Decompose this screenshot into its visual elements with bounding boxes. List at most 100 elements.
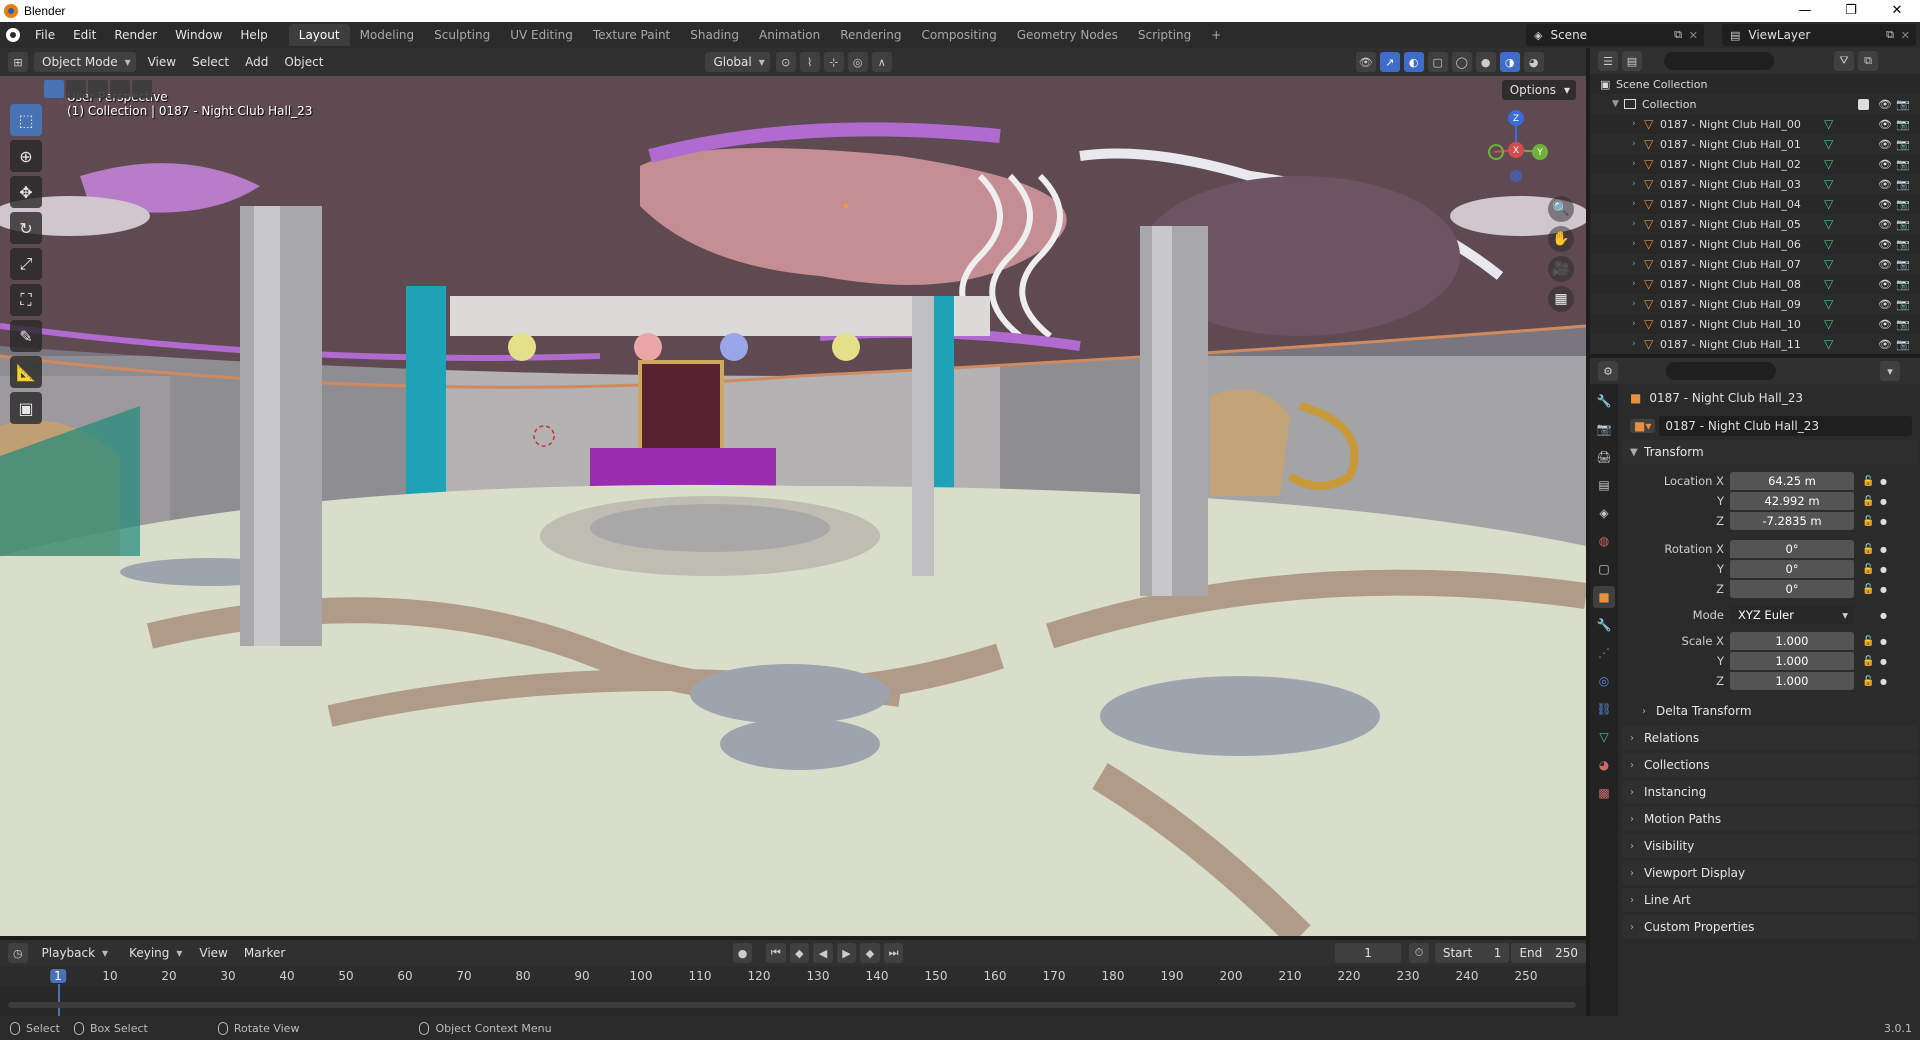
panel-header-collections[interactable]: › Collections [1622,753,1918,777]
play-reverse-icon[interactable]: ◀ [813,943,833,963]
keyframe-dot-icon[interactable]: ● [1880,477,1887,486]
preview-range-icon[interactable]: ⏱ [1409,943,1429,963]
mesh-data-icon[interactable]: ▽ [1824,197,1833,211]
panel-expand-icon[interactable]: › [1630,787,1644,798]
zoom-icon[interactable]: 🔍 [1548,196,1574,222]
collection-tab-icon[interactable]: ▢ [1593,558,1615,580]
object-expand-icon[interactable]: › [1632,159,1644,169]
outliner-editor-type-icon[interactable]: ☰ [1598,51,1618,71]
proportional-edit-icon[interactable]: ◎ [847,52,868,72]
panel-expand-icon[interactable]: › [1630,841,1644,852]
tab-animation[interactable]: Animation [749,24,830,46]
render-camera-icon[interactable]: 📷 [1896,258,1910,271]
view-layer-selector[interactable]: ▤ ViewLayer ⧉ ✕ [1722,24,1916,46]
properties-search-input[interactable] [1666,362,1776,380]
panel-header-motion-paths[interactable]: › Motion Paths [1622,807,1918,831]
object-expand-icon[interactable]: › [1632,279,1644,289]
data-tab-icon[interactable]: ▽ [1593,726,1615,748]
menu-playback[interactable]: Playback [34,943,114,963]
orientation-dropdown[interactable]: Global [705,52,770,72]
tab-modeling[interactable]: Modeling [350,24,425,46]
scene-selector[interactable]: ◈ Scene ⧉ ✕ [1526,24,1704,46]
pan-hand-icon[interactable]: ✋ [1548,226,1574,252]
transform-panel-header[interactable]: ▼ Transform [1622,440,1918,464]
location-z-field[interactable]: -7.2835 m [1730,512,1854,530]
material-shading-icon[interactable]: ◑ [1499,52,1520,72]
render-camera-icon[interactable]: 📷 [1896,98,1910,111]
outliner-object-row[interactable]: › ▽ 0187 - Night Club Hall_02 ▽ 👁 📷 [1590,154,1920,174]
eye-icon[interactable]: 👁 [1878,158,1892,171]
keyframe-dot-icon[interactable]: ● [1880,611,1887,620]
panel-header-custom-properties[interactable]: › Custom Properties [1622,915,1918,939]
render-camera-icon[interactable]: 📷 [1896,198,1910,211]
rotation-mode-select[interactable]: XYZ Euler [1730,606,1854,624]
panel-expand-icon[interactable]: › [1630,760,1644,771]
menu-render[interactable]: Render [105,22,166,48]
mesh-data-icon[interactable]: ▽ [1824,337,1833,351]
maximize-button[interactable]: ❐ [1828,0,1874,22]
keyframe-dot-icon[interactable]: ● [1880,497,1887,506]
menu-object[interactable]: Object [276,52,331,72]
mesh-data-icon[interactable]: ▽ [1824,317,1833,331]
navigation-gizmo[interactable]: Z X Y [1476,106,1556,186]
render-camera-icon[interactable]: 📷 [1896,238,1910,251]
add-cube-tool-icon[interactable]: ▣ [10,392,42,424]
rotate-tool-icon[interactable]: ↻ [10,212,42,244]
lock-icon[interactable]: 🔓 [1862,496,1874,507]
mesh-data-icon[interactable]: ▽ [1824,277,1833,291]
prev-keyframe-icon[interactable]: ◆ [789,943,810,963]
new-collection-icon[interactable]: ⧉ [1858,51,1878,71]
start-frame-field[interactable]: Start 1 [1434,943,1510,963]
menu-timeline-view[interactable]: View [191,943,235,963]
outliner-object-row[interactable]: › ▽ 0187 - Night Club Hall_08 ▽ 👁 📷 [1590,274,1920,294]
texture-tab-icon[interactable]: ▩ [1593,782,1615,804]
object-expand-icon[interactable]: › [1632,219,1644,229]
location-y-field[interactable]: 42.992 m [1730,492,1854,510]
scene-tab-icon[interactable]: ◈ [1593,502,1615,524]
mesh-data-icon[interactable]: ▽ [1824,217,1833,231]
tab-layout[interactable]: Layout [288,24,350,46]
keyframe-dot-icon[interactable]: ● [1880,657,1887,666]
scale-x-field[interactable]: 1.000 [1730,632,1854,650]
play-icon[interactable]: ▶ [836,943,857,963]
3d-viewport[interactable]: User Perspective (1) Collection | 0187 -… [0,76,1586,936]
object-expand-icon[interactable]: › [1632,139,1644,149]
new-scene-icon[interactable]: ⧉ [1674,28,1682,42]
render-camera-icon[interactable]: 📷 [1896,298,1910,311]
select-new-icon[interactable] [44,80,64,98]
outliner-object-row[interactable]: › ▽ 0187 - Night Club Hall_05 ▽ 👁 📷 [1590,214,1920,234]
outliner-object-row[interactable]: › ▽ 0187 - Night Club Hall_07 ▽ 👁 📷 [1590,254,1920,274]
frame-ruler[interactable]: 1 10 20 30 40 50 60 70 80 90 100 110 120… [0,966,1586,986]
outliner-object-row[interactable]: › ▽ 0187 - Night Club Hall_03 ▽ 👁 📷 [1590,174,1920,194]
constraints-tab-icon[interactable]: ⛓ [1593,698,1615,720]
eye-icon[interactable]: 👁 [1878,178,1892,191]
physics-tab-icon[interactable]: ◎ [1593,670,1615,692]
particles-tab-icon[interactable]: ⋰ [1593,642,1615,664]
modifier-tab-icon[interactable]: 🔧 [1593,614,1615,636]
filter-icon[interactable]: ⛛ [1834,51,1854,71]
eye-icon[interactable]: 👁 [1878,218,1892,231]
rotation-x-field[interactable]: 0° [1730,540,1854,558]
object-expand-icon[interactable]: › [1632,179,1644,189]
panel-expand-icon[interactable]: › [1630,733,1644,744]
rotation-z-field[interactable]: 0° [1730,580,1854,598]
select-subtract-icon[interactable] [88,80,108,98]
menu-keying[interactable]: Keying [121,943,187,963]
lock-icon[interactable]: 🔓 [1862,676,1874,687]
outliner-object-row[interactable]: › ▽ 0187 - Night Club Hall_06 ▽ 👁 📷 [1590,234,1920,254]
timeline-scrollbar[interactable] [8,1002,1576,1008]
panel-expand-icon[interactable]: › [1630,895,1644,906]
render-camera-icon[interactable]: 📷 [1896,278,1910,291]
keyframe-dot-icon[interactable]: ● [1880,545,1887,554]
panel-header-relations[interactable]: › Relations [1622,726,1918,750]
overlay-toggle-icon[interactable]: ◐ [1403,52,1424,72]
mesh-data-icon[interactable]: ▽ [1824,117,1833,131]
properties-options-icon[interactable]: ▾ [1880,361,1900,381]
scene-collection-row[interactable]: ▣ Scene Collection [1590,74,1920,94]
transform-expand-icon[interactable]: ▼ [1630,447,1644,458]
eye-icon[interactable]: 👁 [1878,138,1892,151]
object-expand-icon[interactable]: › [1632,299,1644,309]
visibility-icon[interactable]: 👁 [1355,52,1376,72]
select-invert-icon[interactable] [110,80,130,98]
tool-tab-icon[interactable]: 🔧 [1593,390,1615,412]
